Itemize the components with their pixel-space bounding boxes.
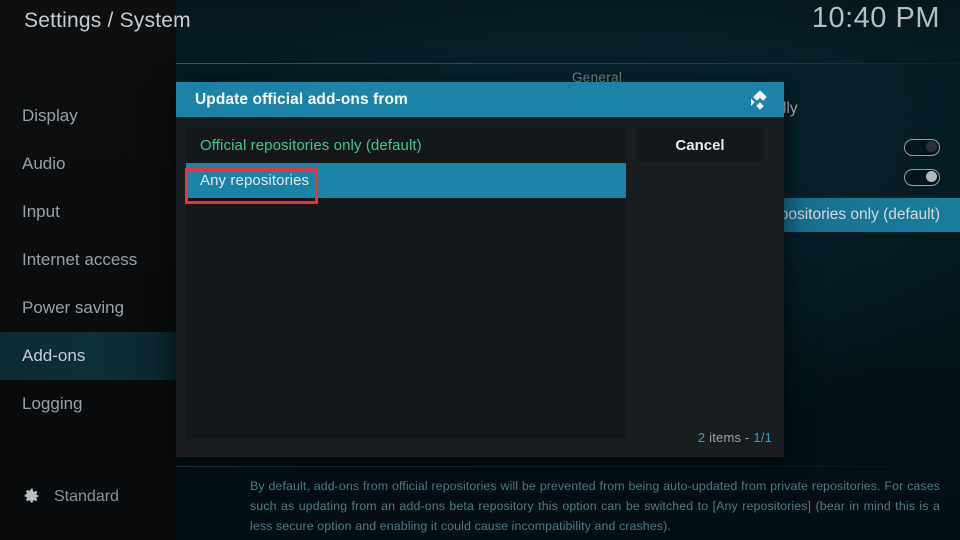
sidebar-item-add-ons[interactable]: Add-ons <box>0 332 176 380</box>
toggle-knob <box>926 171 937 182</box>
option-item-any-repositories[interactable]: Any repositories <box>186 163 626 198</box>
help-divider <box>176 466 960 467</box>
sidebar-item-audio[interactable]: Audio <box>0 140 176 188</box>
toggle-switch-on[interactable] <box>904 168 940 186</box>
dialog-title-bar: Update official add-ons from <box>176 82 784 117</box>
toggle-switch-off[interactable] <box>904 138 940 156</box>
item-count-page: 1/1 <box>753 430 772 445</box>
dialog-body: Official repositories only (default) Any… <box>176 117 784 457</box>
option-label: Any repositories <box>200 172 310 189</box>
sidebar-item-label: Audio <box>22 154 66 173</box>
sidebar-item-input[interactable]: Input <box>0 188 176 236</box>
gear-icon <box>22 487 41 506</box>
kodi-settings-screen: Settings / System 10:40 PM Display Audio… <box>0 0 960 540</box>
sidebar-item-power-saving[interactable]: Power saving <box>0 284 176 332</box>
clock: 10:40 PM <box>811 2 940 34</box>
option-list: Official repositories only (default) Any… <box>186 128 626 439</box>
toggle-knob <box>926 141 937 152</box>
update-source-dialog: Update official add-ons from Official re… <box>176 82 784 457</box>
item-count: 2 items - 1/1 <box>698 430 772 445</box>
sidebar-item-label: Add-ons <box>22 346 86 365</box>
item-count-separator: items - <box>705 430 754 445</box>
header-divider <box>176 63 960 64</box>
page-title: Settings / System <box>24 9 191 32</box>
settings-level-label: Standard <box>54 487 119 505</box>
sidebar-item-internet-access[interactable]: Internet access <box>0 236 176 284</box>
option-label: Official repositories only (default) <box>200 137 422 154</box>
sidebar: Display Audio Input Internet access Powe… <box>0 92 176 428</box>
sidebar-item-label: Display <box>22 106 78 125</box>
dialog-title: Update official add-ons from <box>195 90 408 108</box>
sidebar-item-label: Input <box>22 202 60 221</box>
kodi-logo-icon <box>748 88 772 112</box>
sidebar-item-logging[interactable]: Logging <box>0 380 176 428</box>
help-text: By default, add-ons from official reposi… <box>250 479 940 533</box>
cancel-button[interactable]: Cancel <box>636 128 764 162</box>
setting-value: positories only (default) <box>779 206 940 223</box>
sidebar-item-label: Logging <box>22 394 83 413</box>
sidebar-item-display[interactable]: Display <box>0 92 176 140</box>
settings-level-selector[interactable]: Standard <box>22 487 119 506</box>
sidebar-item-label: Internet access <box>22 250 138 269</box>
sidebar-item-label: Power saving <box>22 298 125 317</box>
option-item-official-repositories[interactable]: Official repositories only (default) <box>186 128 626 163</box>
